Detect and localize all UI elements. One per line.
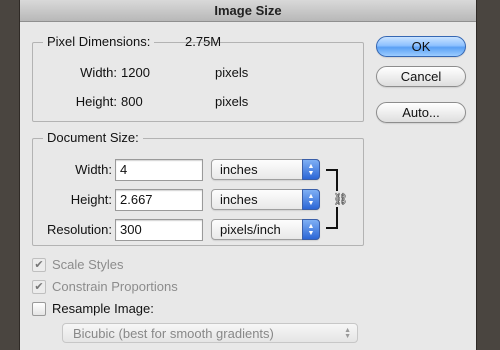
doc-width-unit-label: inches <box>220 162 258 177</box>
pixel-height-value: 800 <box>121 94 143 109</box>
window-title: Image Size <box>20 0 476 22</box>
pixel-height-label: Height: <box>75 94 117 109</box>
scale-styles-label: Scale Styles <box>52 257 124 272</box>
doc-height-label: Height: <box>70 192 112 207</box>
cancel-button[interactable]: Cancel <box>376 66 466 87</box>
resolution-unit-label: pixels/inch <box>220 222 281 237</box>
resolution-input[interactable]: 300 <box>115 219 203 241</box>
checkmark-icon: ✔ <box>34 281 44 293</box>
ok-button[interactable]: OK <box>376 36 466 57</box>
doc-height-input[interactable]: 2.667 <box>115 189 203 211</box>
resolution-unit-select[interactable]: pixels/inch ▲ ▼ <box>211 219 320 240</box>
pixel-dimensions-group: Pixel Dimensions: 2.75M Width: 1200 pixe… <box>32 34 364 122</box>
image-size-dialog: Image Size Pixel Dimensions: 2.75M Width… <box>20 0 476 350</box>
up-down-arrows-icon: ▲ ▼ <box>344 327 351 340</box>
doc-width-unit-select[interactable]: inches ▲ ▼ <box>211 159 320 180</box>
document-size-group: Document Size: Width: 4 inches ▲ ▼ Height… <box>32 130 364 246</box>
doc-height-unit-select[interactable]: inches ▲ ▼ <box>211 189 320 210</box>
pixel-width-unit: pixels <box>215 65 249 80</box>
resample-image-label: Resample Image: <box>52 301 154 316</box>
pixel-width-label: Width: <box>80 65 117 80</box>
doc-width-input[interactable]: 4 <box>115 159 203 181</box>
pixel-dimensions-size: 2.75M <box>185 34 222 49</box>
chain-link-icon: ⛓ <box>333 191 349 207</box>
scale-styles-checkbox[interactable]: ✔ <box>32 258 46 272</box>
pixel-dimensions-title: Pixel Dimensions: <box>43 34 155 50</box>
up-down-arrows-icon: ▲ ▼ <box>302 219 320 240</box>
doc-height-unit-label: inches <box>220 192 258 207</box>
document-size-title: Document Size: <box>43 130 143 146</box>
up-down-arrows-icon: ▲ ▼ <box>302 159 320 180</box>
doc-width-label: Width: <box>75 162 112 177</box>
resample-method-label: Bicubic (best for smooth gradients) <box>73 326 274 341</box>
checkmark-icon: ✔ <box>34 259 44 271</box>
constrain-proportions-label: Constrain Proportions <box>52 279 178 294</box>
pixel-height-unit: pixels <box>215 94 249 109</box>
constrain-proportions-checkbox[interactable]: ✔ <box>32 280 46 294</box>
auto-button[interactable]: Auto... <box>376 102 466 123</box>
resolution-label: Resolution: <box>46 222 112 237</box>
pixel-width-value: 1200 <box>121 65 150 80</box>
resample-image-checkbox[interactable] <box>32 302 46 316</box>
resample-method-select[interactable]: Bicubic (best for smooth gradients) ▲ ▼ <box>62 323 358 343</box>
up-down-arrows-icon: ▲ ▼ <box>302 189 320 210</box>
